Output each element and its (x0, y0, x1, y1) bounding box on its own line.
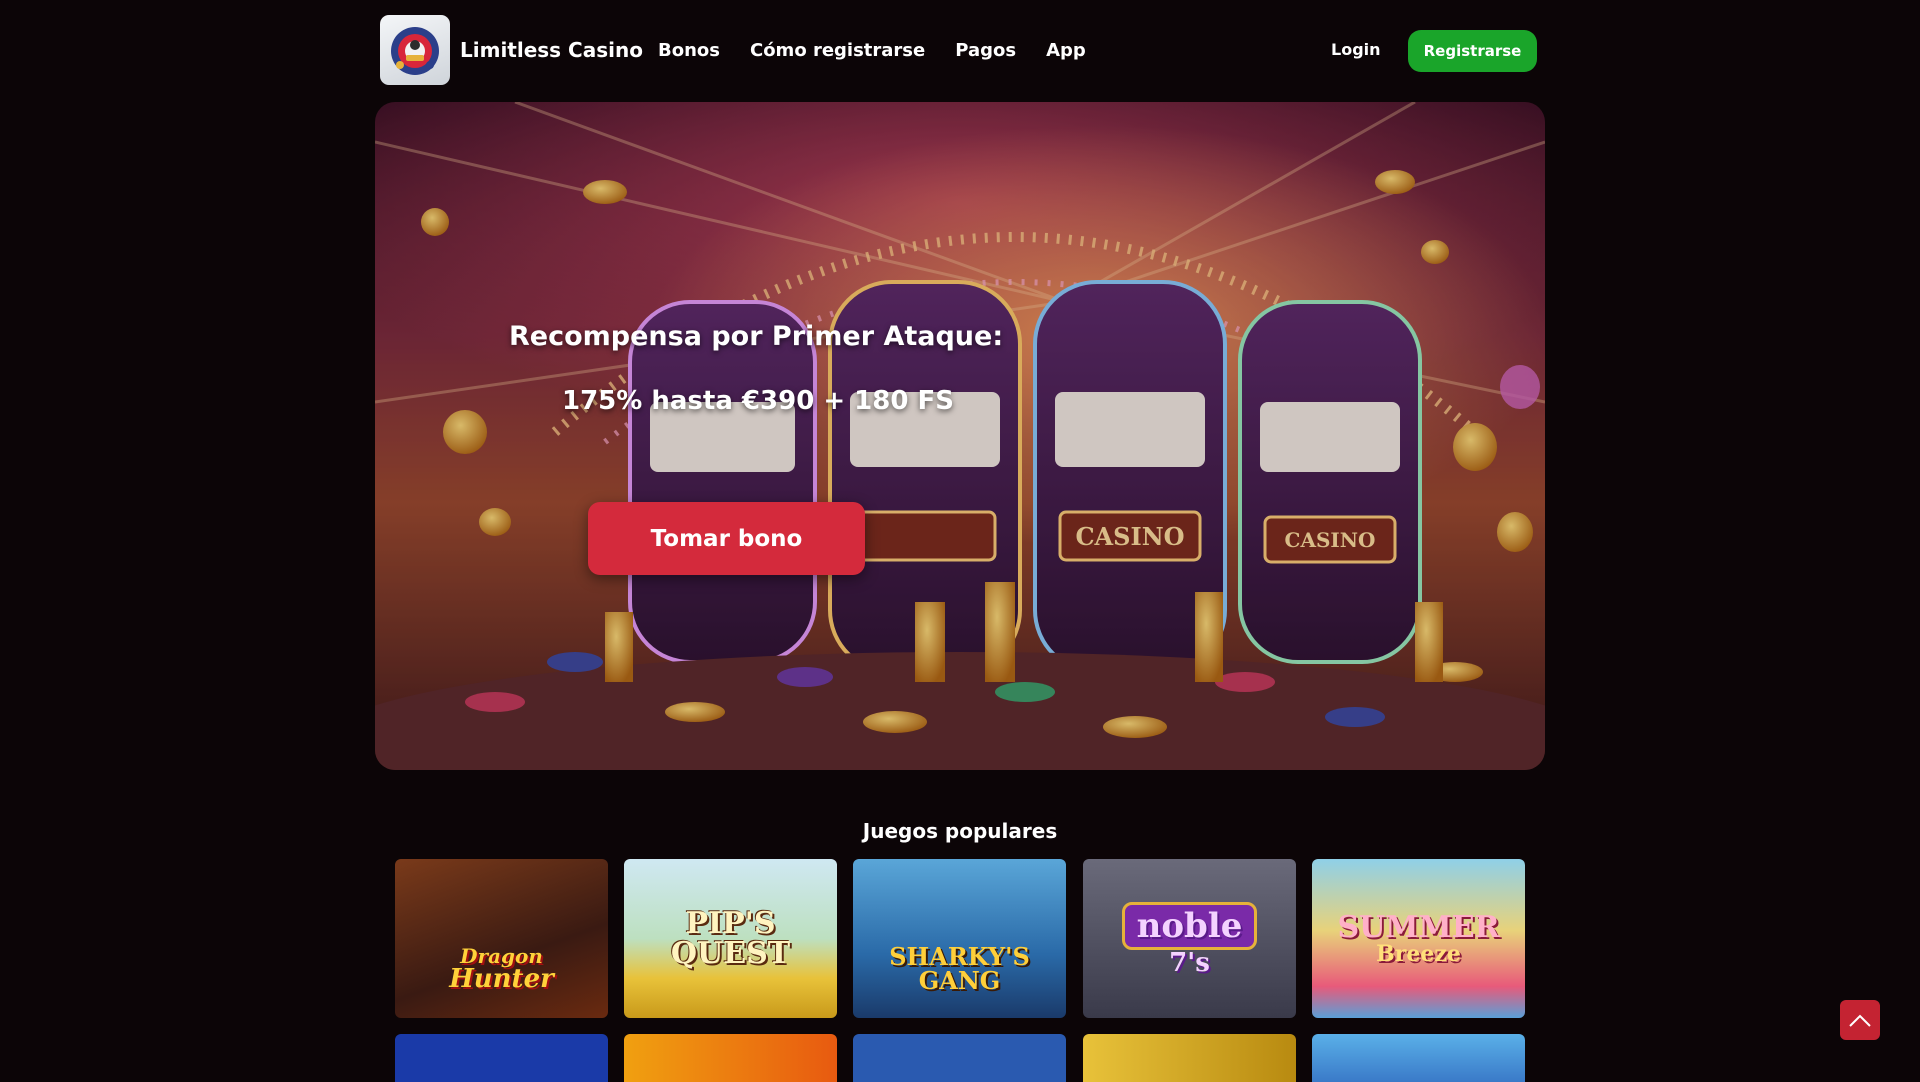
popular-games-title: Juegos populares (862, 819, 1058, 843)
nav-bonos[interactable]: Bonos (658, 40, 720, 61)
login-link[interactable]: Login (1331, 40, 1381, 59)
game-tile-dragon-hunter[interactable]: Dragon Hunter (395, 859, 608, 1018)
game-title: noble 7's (1083, 859, 1296, 1018)
nav-pagos[interactable]: Pagos (955, 40, 1016, 61)
game-tile[interactable] (1312, 1034, 1525, 1082)
register-button[interactable]: Registrarse (1408, 30, 1537, 72)
brand-name[interactable]: Limitless Casino (460, 38, 643, 62)
game-tile[interactable] (853, 1034, 1066, 1082)
chevron-up-icon (1849, 1014, 1871, 1027)
game-title: Dragon Hunter (449, 943, 554, 994)
nav-como-registrarse[interactable]: Cómo registrarse (750, 40, 925, 61)
game-tile-sharkys-gang[interactable]: SHARKY'S GANG (853, 859, 1066, 1018)
game-tile[interactable] (395, 1034, 608, 1082)
scroll-to-top-button[interactable] (1840, 1000, 1880, 1040)
game-tile-noble-7s[interactable]: noble 7's (1083, 859, 1296, 1018)
game-title: SHARKY'S GANG (889, 941, 1030, 995)
nav-app[interactable]: App (1046, 40, 1086, 61)
game-tile[interactable] (624, 1034, 837, 1082)
game-tile[interactable] (1083, 1034, 1296, 1082)
hero-title: Recompensa por Primer Ataque: (509, 321, 1004, 352)
game-tile-summer-breeze[interactable]: SUMMER Breeze (1312, 859, 1525, 1018)
logo-icon (391, 27, 439, 75)
hero-banner: CASINO CASINO (375, 102, 1545, 770)
slot-machines-illustration: CASINO CASINO (375, 102, 1545, 770)
casino-logo[interactable] (380, 15, 450, 85)
main-nav: Bonos Cómo registrarse Pagos App (658, 40, 1086, 61)
game-tile-pips-quest[interactable]: PIP'S QUEST (624, 859, 837, 1018)
hero-subtitle: 175% hasta €390 + 180 FS (562, 386, 954, 416)
game-title: SUMMER Breeze (1337, 909, 1500, 967)
take-bonus-button[interactable]: Tomar bono (588, 502, 865, 575)
site-header: Limitless Casino Bonos Cómo registrarse … (380, 14, 1538, 86)
game-title: PIP'S QUEST (670, 905, 791, 971)
